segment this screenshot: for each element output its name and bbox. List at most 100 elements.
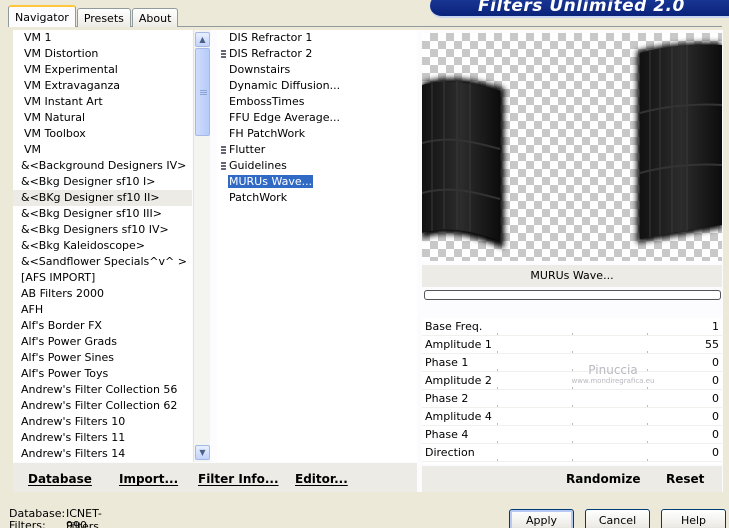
category-item[interactable]: Andrew's Filter Collection 56 xyxy=(13,382,192,398)
category-scrollbar[interactable]: ▲ ▼ xyxy=(193,30,210,462)
category-item[interactable]: VM Instant Art xyxy=(13,94,192,110)
category-item[interactable]: Andrew's Filters 10 xyxy=(13,414,192,430)
parameter-row[interactable]: Phase 4 0 xyxy=(422,426,722,444)
category-item[interactable]: &<Background Designers IV> xyxy=(13,158,192,174)
preview-image xyxy=(422,42,722,248)
parameter-name: Amplitude 4 xyxy=(425,410,492,423)
parameter-value[interactable]: 1 xyxy=(712,318,719,336)
category-item[interactable]: Alf's Power Toys xyxy=(13,366,192,382)
slider-tick xyxy=(497,459,498,461)
scroll-down-button[interactable]: ▼ xyxy=(195,445,210,460)
parameter-name: Phase 1 xyxy=(425,356,469,369)
slider-tick xyxy=(497,423,498,425)
slider-tick xyxy=(572,351,573,353)
slider-tick xyxy=(497,405,498,407)
status-filters-value: 990 xyxy=(66,519,87,528)
scroll-thumb[interactable] xyxy=(195,48,210,136)
slider-tick xyxy=(497,351,498,353)
category-item[interactable]: &<Bkg Designer sf10 III> xyxy=(13,206,192,222)
parameter-row[interactable]: Amplitude 4 0 xyxy=(422,408,722,426)
scroll-up-button[interactable]: ▲ xyxy=(195,32,210,47)
filter-item-label: Flutter xyxy=(229,143,266,156)
filter-item[interactable]: Flutter xyxy=(217,142,417,158)
category-item[interactable]: VM Natural xyxy=(13,110,192,126)
slider-tick xyxy=(647,387,648,389)
randomize-button[interactable]: Randomize xyxy=(566,472,640,486)
category-item[interactable]: VM 1 xyxy=(13,30,192,46)
parameter-value[interactable]: 55 xyxy=(705,336,719,354)
parameter-name: Phase 2 xyxy=(425,392,469,405)
filter-item[interactable]: FH PatchWork xyxy=(217,126,417,142)
app-title: Filters Unlimited 2.0 xyxy=(478,0,685,16)
category-item[interactable]: Alf's Power Grads xyxy=(13,334,192,350)
filter-item[interactable]: FFU Edge Average... xyxy=(217,110,417,126)
category-item[interactable]: AB Filters 2000 xyxy=(13,286,192,302)
category-item[interactable]: Andrew's Filter Collection 62 xyxy=(13,398,192,414)
category-item[interactable]: VM Extravaganza xyxy=(13,78,192,94)
database-button[interactable]: Database xyxy=(28,472,92,486)
slider-tick xyxy=(572,459,573,461)
apply-button[interactable]: Apply xyxy=(509,509,574,528)
parameter-value[interactable]: 0 xyxy=(712,390,719,408)
parameter-value[interactable]: 0 xyxy=(712,426,719,444)
parameter-value[interactable]: 0 xyxy=(712,354,719,372)
tab-about[interactable]: About xyxy=(131,8,179,27)
app-banner: Filters Unlimited 2.0 xyxy=(430,0,729,18)
category-item[interactable]: AFH xyxy=(13,302,192,318)
category-item[interactable]: Alf's Power Sines xyxy=(13,350,192,366)
filter-item[interactable]: EmbossTimes xyxy=(217,94,417,110)
filter-item-label: Guidelines xyxy=(229,159,287,172)
editor-button[interactable]: Editor... xyxy=(295,472,348,486)
filter-item[interactable]: Dynamic Diffusion... xyxy=(217,78,417,94)
slider-tick xyxy=(647,333,648,335)
category-item[interactable]: &<BKg Designer sf10 II> xyxy=(13,190,192,206)
import-button[interactable]: Import... xyxy=(119,472,178,486)
filter-item[interactable]: Guidelines xyxy=(217,158,417,174)
category-item[interactable]: VM xyxy=(13,142,192,158)
category-item[interactable]: Andrew's Filters 14 xyxy=(13,446,192,462)
help-button[interactable]: Help xyxy=(661,509,726,528)
tab-navigator[interactable]: Navigator xyxy=(8,5,76,27)
category-item[interactable]: VM Distortion xyxy=(13,46,192,62)
filter-item[interactable]: DIS Refractor 2 xyxy=(217,46,417,62)
tab-presets[interactable]: Presets xyxy=(76,8,131,27)
parameter-value[interactable]: 0 xyxy=(712,408,719,426)
category-item[interactable]: &<Bkg Designer sf10 I> xyxy=(13,174,192,190)
filter-item-label: FFU Edge Average... xyxy=(229,111,341,124)
filter-list[interactable]: DIS Refractor 1 DIS Refractor 2 Downstairs… xyxy=(217,30,417,462)
category-item[interactable]: VM Experimental xyxy=(13,62,192,78)
category-list[interactable]: VM 1 VM Distortion VM Experimental VM Extra… xyxy=(13,30,192,462)
parameter-value[interactable]: 0 xyxy=(712,372,719,390)
watermark-site: www.mondiregrafica.eu xyxy=(571,377,655,385)
parameter-row[interactable]: Amplitude 1 55 xyxy=(422,336,722,354)
filter-item[interactable]: MURUs Wave... xyxy=(217,174,417,190)
filter-name-label: MURUs Wave... xyxy=(422,265,722,287)
parameter-row[interactable]: Base Freq. 1 xyxy=(422,318,722,336)
category-item[interactable]: Alf's Border FX xyxy=(13,318,192,334)
parameter-row[interactable]: Phase 2 0 xyxy=(422,390,722,408)
category-item[interactable]: Andrew's Filters 11 xyxy=(13,430,192,446)
slider-tick xyxy=(647,459,648,461)
parameter-list[interactable]: Base Freq. 1 Amplitude 1 55 Phase 1 0 Amplitud… xyxy=(422,318,722,464)
reset-button[interactable]: Reset xyxy=(666,472,704,486)
category-item[interactable]: &<Bkg Kaleidoscope> xyxy=(13,238,192,254)
category-item[interactable]: VM Toolbox xyxy=(13,126,192,142)
parameter-name: Phase 4 xyxy=(425,428,469,441)
editable-mark-icon xyxy=(221,50,226,58)
slider-tick xyxy=(647,423,648,425)
filter-info-button[interactable]: Filter Info... xyxy=(198,472,279,486)
slider-tick xyxy=(497,333,498,335)
cancel-button[interactable]: Cancel xyxy=(585,509,650,528)
parameter-value[interactable]: 0 xyxy=(712,444,719,462)
parameter-row[interactable]: Direction 0 xyxy=(422,444,722,462)
slider-tick xyxy=(647,405,648,407)
category-item[interactable]: &<Bkg Designers sf10 IV> xyxy=(13,222,192,238)
filter-item[interactable]: PatchWork xyxy=(217,190,417,206)
category-item[interactable]: &<Sandflower Specials^v^ > xyxy=(13,254,192,270)
category-item[interactable]: [AFS IMPORT] xyxy=(13,270,192,286)
watermark: Pinuccia www.mondiregrafica.eu xyxy=(563,363,663,385)
filter-item[interactable]: Downstairs xyxy=(217,62,417,78)
filter-item-label: EmbossTimes xyxy=(229,95,305,108)
filter-item-label: MURUs Wave... xyxy=(228,175,314,188)
filter-item[interactable]: DIS Refractor 1 xyxy=(217,30,417,46)
